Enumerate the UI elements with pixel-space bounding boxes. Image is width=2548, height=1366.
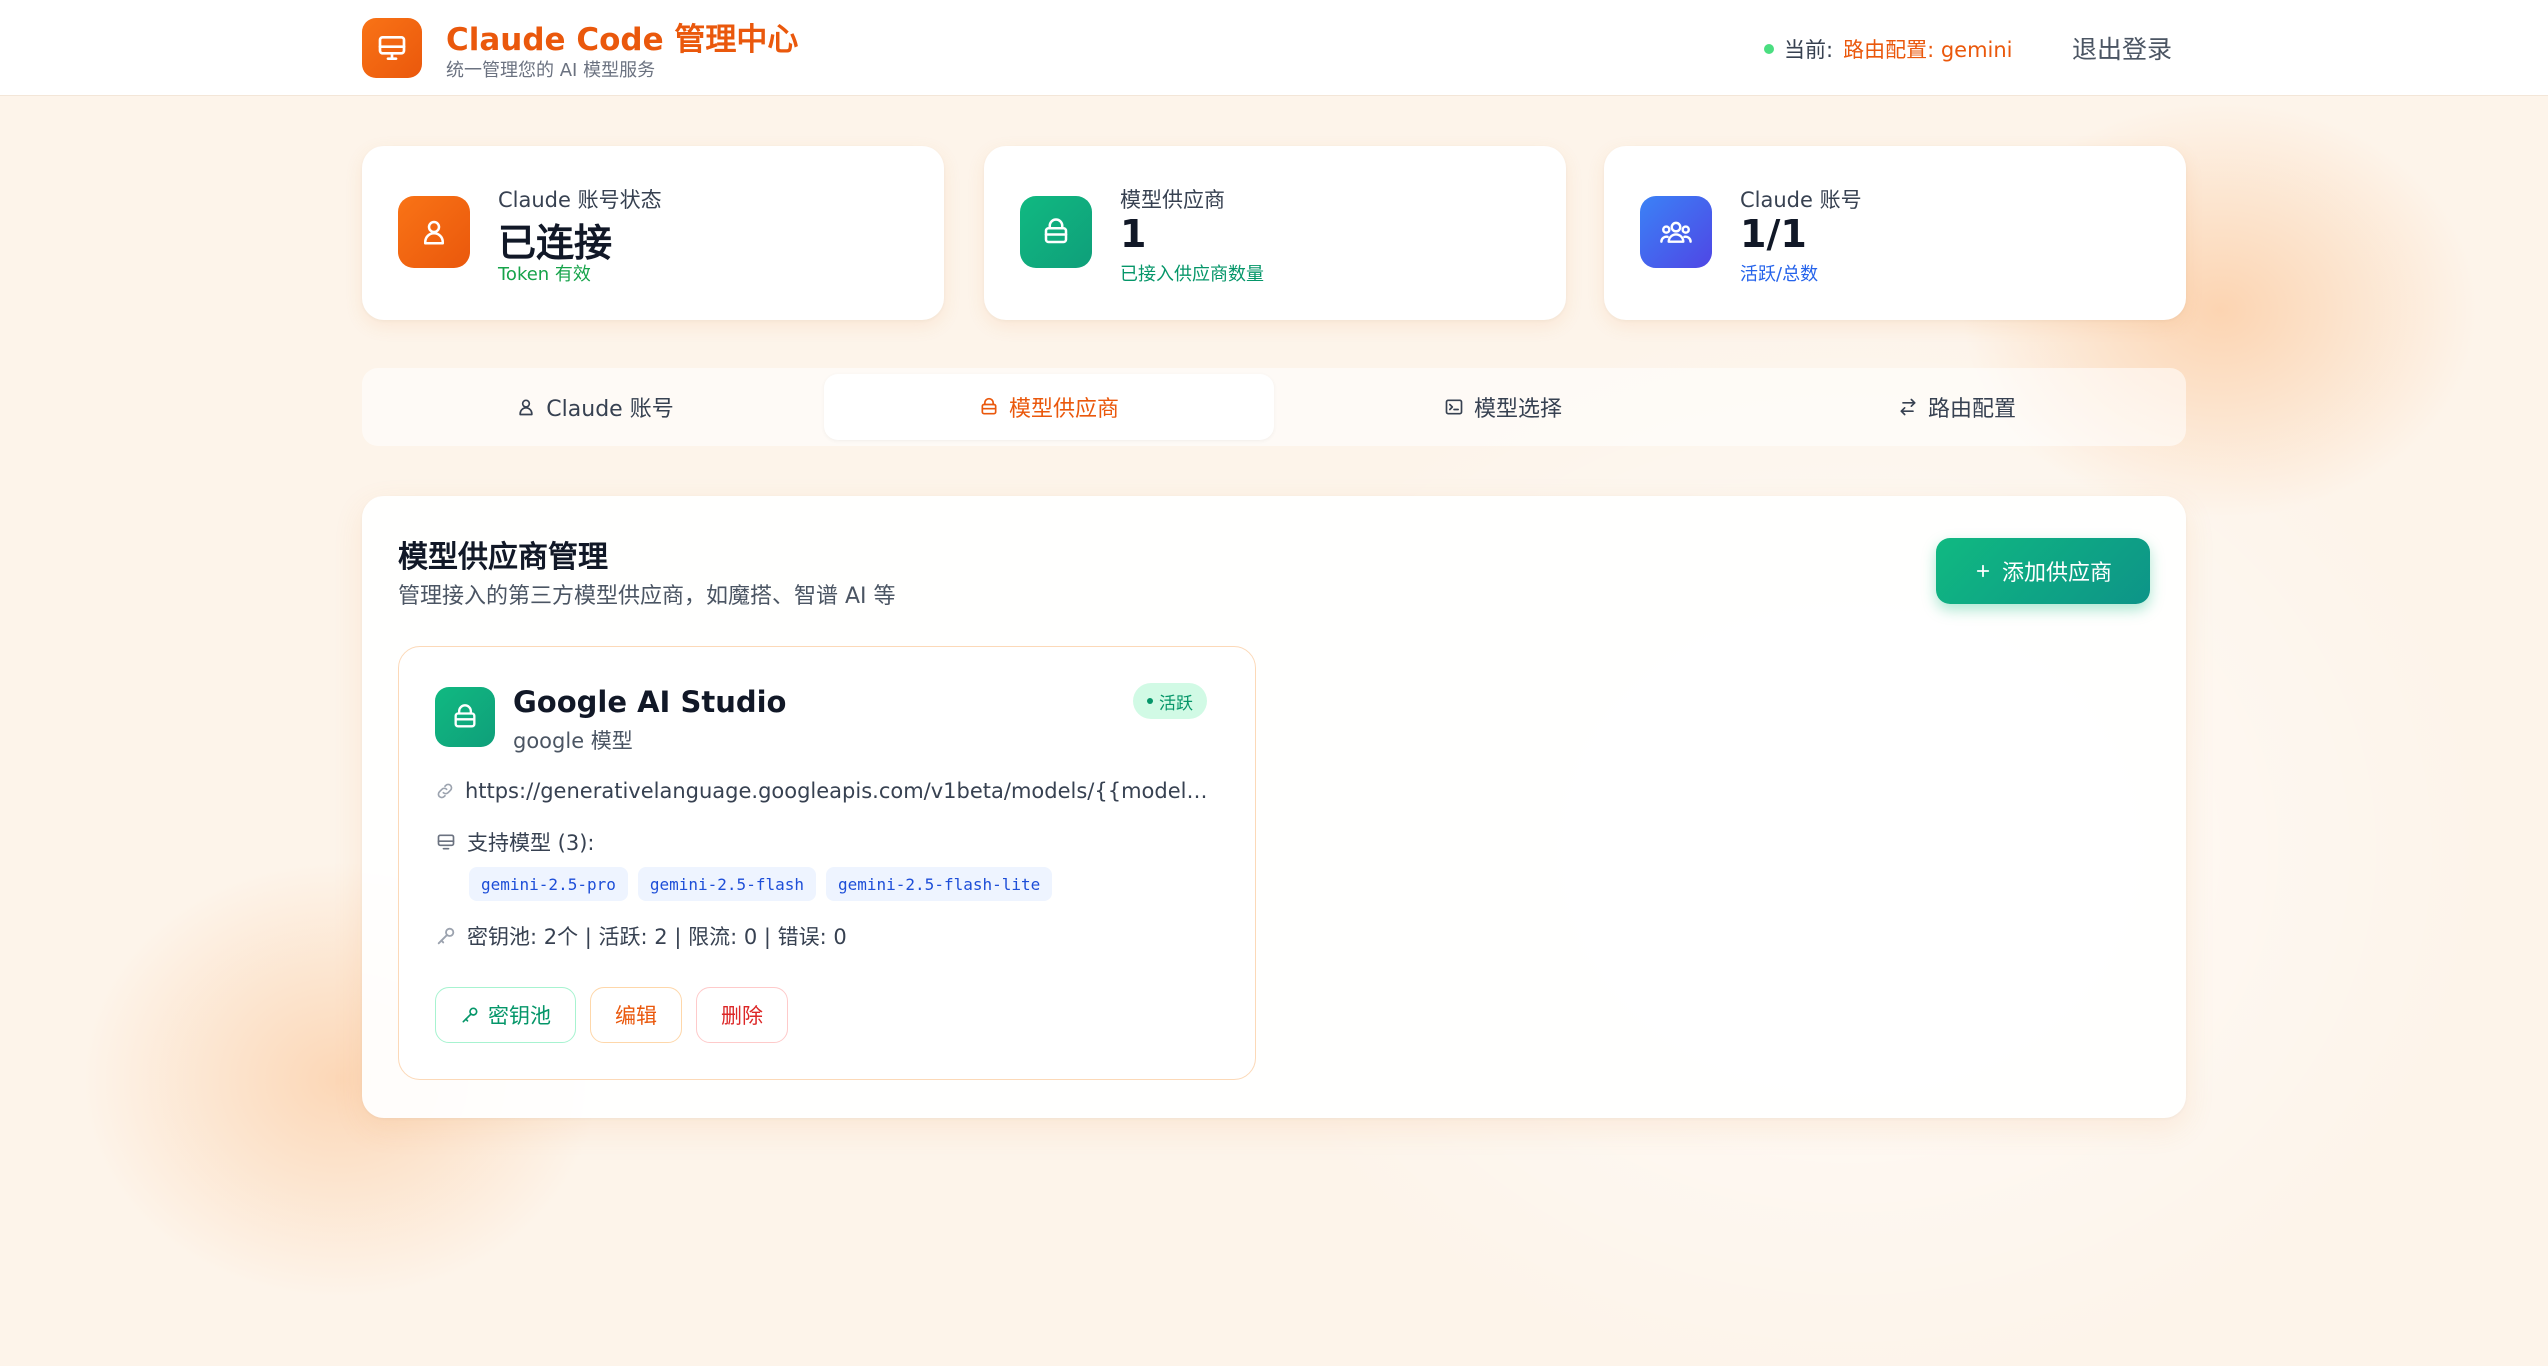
add-provider-label: 添加供应商 <box>2001 561 2112 586</box>
stat-card-account-status: Claude 账号状态 已连接 Token 有效 <box>362 146 944 320</box>
badge-label: 活跃 <box>1159 693 1193 714</box>
provider-url: https://generativelanguage.googleapis.co… <box>464 779 1215 803</box>
status-badge: 活跃 <box>1133 683 1207 719</box>
app-logo <box>362 18 422 78</box>
monitor-icon <box>378 35 406 60</box>
stat-subtext: 活跃/总数 <box>1740 264 1819 285</box>
model-chip: gemini-2.5-flash <box>637 867 816 901</box>
user-icon <box>519 399 533 416</box>
tab-model-selection[interactable]: 模型选择 <box>1278 374 1728 440</box>
package-icon <box>454 704 476 728</box>
package-icon <box>981 397 997 415</box>
tab-label: 模型选择 <box>1473 397 1562 422</box>
swap-icon <box>1900 398 1916 416</box>
supported-models-row: 支持模型 (3): <box>435 827 595 857</box>
stat-value: 1 <box>1120 212 1147 256</box>
monitor-icon <box>437 834 455 850</box>
plus-icon <box>1976 564 1990 578</box>
stat-subtext: 已接入供应商数量 <box>1120 264 1264 285</box>
provider-name: Google AI Studio <box>513 685 787 719</box>
terminal-icon <box>1445 399 1463 415</box>
tab-label: 路由配置 <box>1927 397 2016 422</box>
key-pool-stats-row: 密钥池: 2个 | 活跃: 2 | 限流: 0 | 错误: 0 <box>435 921 847 951</box>
stat-icon <box>1640 196 1712 268</box>
package-icon <box>1044 218 1068 244</box>
key-pool-label: 密钥池 <box>488 1004 551 1028</box>
stat-label: Claude 账号状态 <box>498 188 662 212</box>
key-icon <box>462 1007 478 1023</box>
status-dot-icon <box>1764 44 1774 54</box>
status-label: 当前: <box>1784 38 1834 62</box>
tab-claude-accounts[interactable]: Claude 账号 <box>370 374 820 440</box>
tab-label: Claude 账号 <box>546 397 674 422</box>
delete-button[interactable]: 删除 <box>696 987 788 1043</box>
users-icon <box>1660 221 1692 243</box>
provider-card: Google AI Studio google 模型 活跃 https://ge… <box>398 646 1256 1080</box>
key-icon <box>437 927 455 945</box>
provider-management-panel: 模型供应商管理 管理接入的第三方模型供应商，如魔搭、智谱 AI 等 添加供应商 … <box>362 496 2186 1118</box>
model-chip: gemini-2.5-pro <box>469 867 628 901</box>
stat-label: Claude 账号 <box>1740 188 1862 212</box>
add-provider-button[interactable]: 添加供应商 <box>1936 538 2150 604</box>
stat-value: 已连接 <box>498 221 613 265</box>
model-chip-list: gemini-2.5-pro gemini-2.5-flash gemini-2… <box>469 867 1053 901</box>
provider-icon <box>435 687 495 747</box>
user-icon <box>424 220 444 245</box>
app-subtitle: 统一管理您的 AI 模型服务 <box>446 60 656 81</box>
provider-type: google 模型 <box>513 729 633 753</box>
stat-icon <box>1020 196 1092 268</box>
provider-url-row: https://generativelanguage.googleapis.co… <box>435 779 1215 803</box>
logout-button[interactable]: 退出登录 <box>2072 30 2172 66</box>
stat-icon <box>398 196 470 268</box>
panel-title: 模型供应商管理 <box>398 540 608 575</box>
stat-value: 1/1 <box>1740 212 1807 256</box>
app-title: Claude Code 管理中心 <box>446 22 799 58</box>
status-value: 路由配置: gemini <box>1843 38 2013 62</box>
top-header: Claude Code 管理中心 统一管理您的 AI 模型服务 当前: 路由配置… <box>0 0 2548 96</box>
supported-models-label: 支持模型 (3): <box>467 831 595 855</box>
edit-label: 编辑 <box>615 1004 657 1028</box>
main-tabs: Claude 账号 模型供应商 模型选择 路由配置 <box>362 368 2186 446</box>
model-chip: gemini-2.5-flash-lite <box>825 867 1053 901</box>
delete-label: 删除 <box>721 1004 763 1028</box>
edit-button[interactable]: 编辑 <box>590 987 682 1043</box>
provider-actions: 密钥池 编辑 删除 <box>435 987 788 1043</box>
stat-card-providers: 模型供应商 1 已接入供应商数量 <box>984 146 1566 320</box>
stat-subtext: Token 有效 <box>498 264 591 285</box>
current-route-status: 当前: 路由配置: gemini <box>1764 34 2013 64</box>
stat-label: 模型供应商 <box>1120 188 1225 212</box>
link-icon <box>437 783 453 799</box>
key-pool-stats: 密钥池: 2个 | 活跃: 2 | 限流: 0 | 错误: 0 <box>467 925 847 949</box>
badge-dot-icon <box>1147 698 1153 704</box>
panel-description: 管理接入的第三方模型供应商，如魔搭、智谱 AI 等 <box>398 584 896 609</box>
stat-card-claude-accounts: Claude 账号 1/1 活跃/总数 <box>1604 146 2186 320</box>
tab-model-providers[interactable]: 模型供应商 <box>824 374 1274 440</box>
tab-routing-config[interactable]: 路由配置 <box>1732 374 2182 440</box>
tab-label: 模型供应商 <box>1008 397 1119 422</box>
key-pool-button[interactable]: 密钥池 <box>435 987 576 1043</box>
